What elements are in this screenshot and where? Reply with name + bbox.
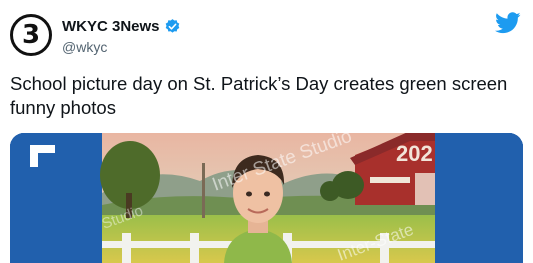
verified-badge-icon (165, 18, 179, 33)
account-avatar[interactable]: 3 (10, 14, 52, 56)
tweet-header: 3 WKYC 3News @wkyc (10, 10, 525, 60)
display-name-row: WKYC 3News (62, 16, 181, 36)
account-handle[interactable]: @wkyc (62, 39, 181, 55)
display-name[interactable]: WKYC 3News (62, 18, 160, 35)
tweet-media-photo[interactable]: 202 Inter State Studio Inter-State Studi… (10, 133, 523, 263)
twitter-bird-icon[interactable] (495, 12, 521, 34)
school-photo-image: 202 Inter State Studio Inter-State Studi… (10, 133, 523, 263)
barn-year-text: 202 (396, 141, 433, 166)
tweet-text: School picture day on St. Patrick’s Day … (10, 73, 508, 118)
account-names: WKYC 3News @wkyc (62, 16, 181, 55)
